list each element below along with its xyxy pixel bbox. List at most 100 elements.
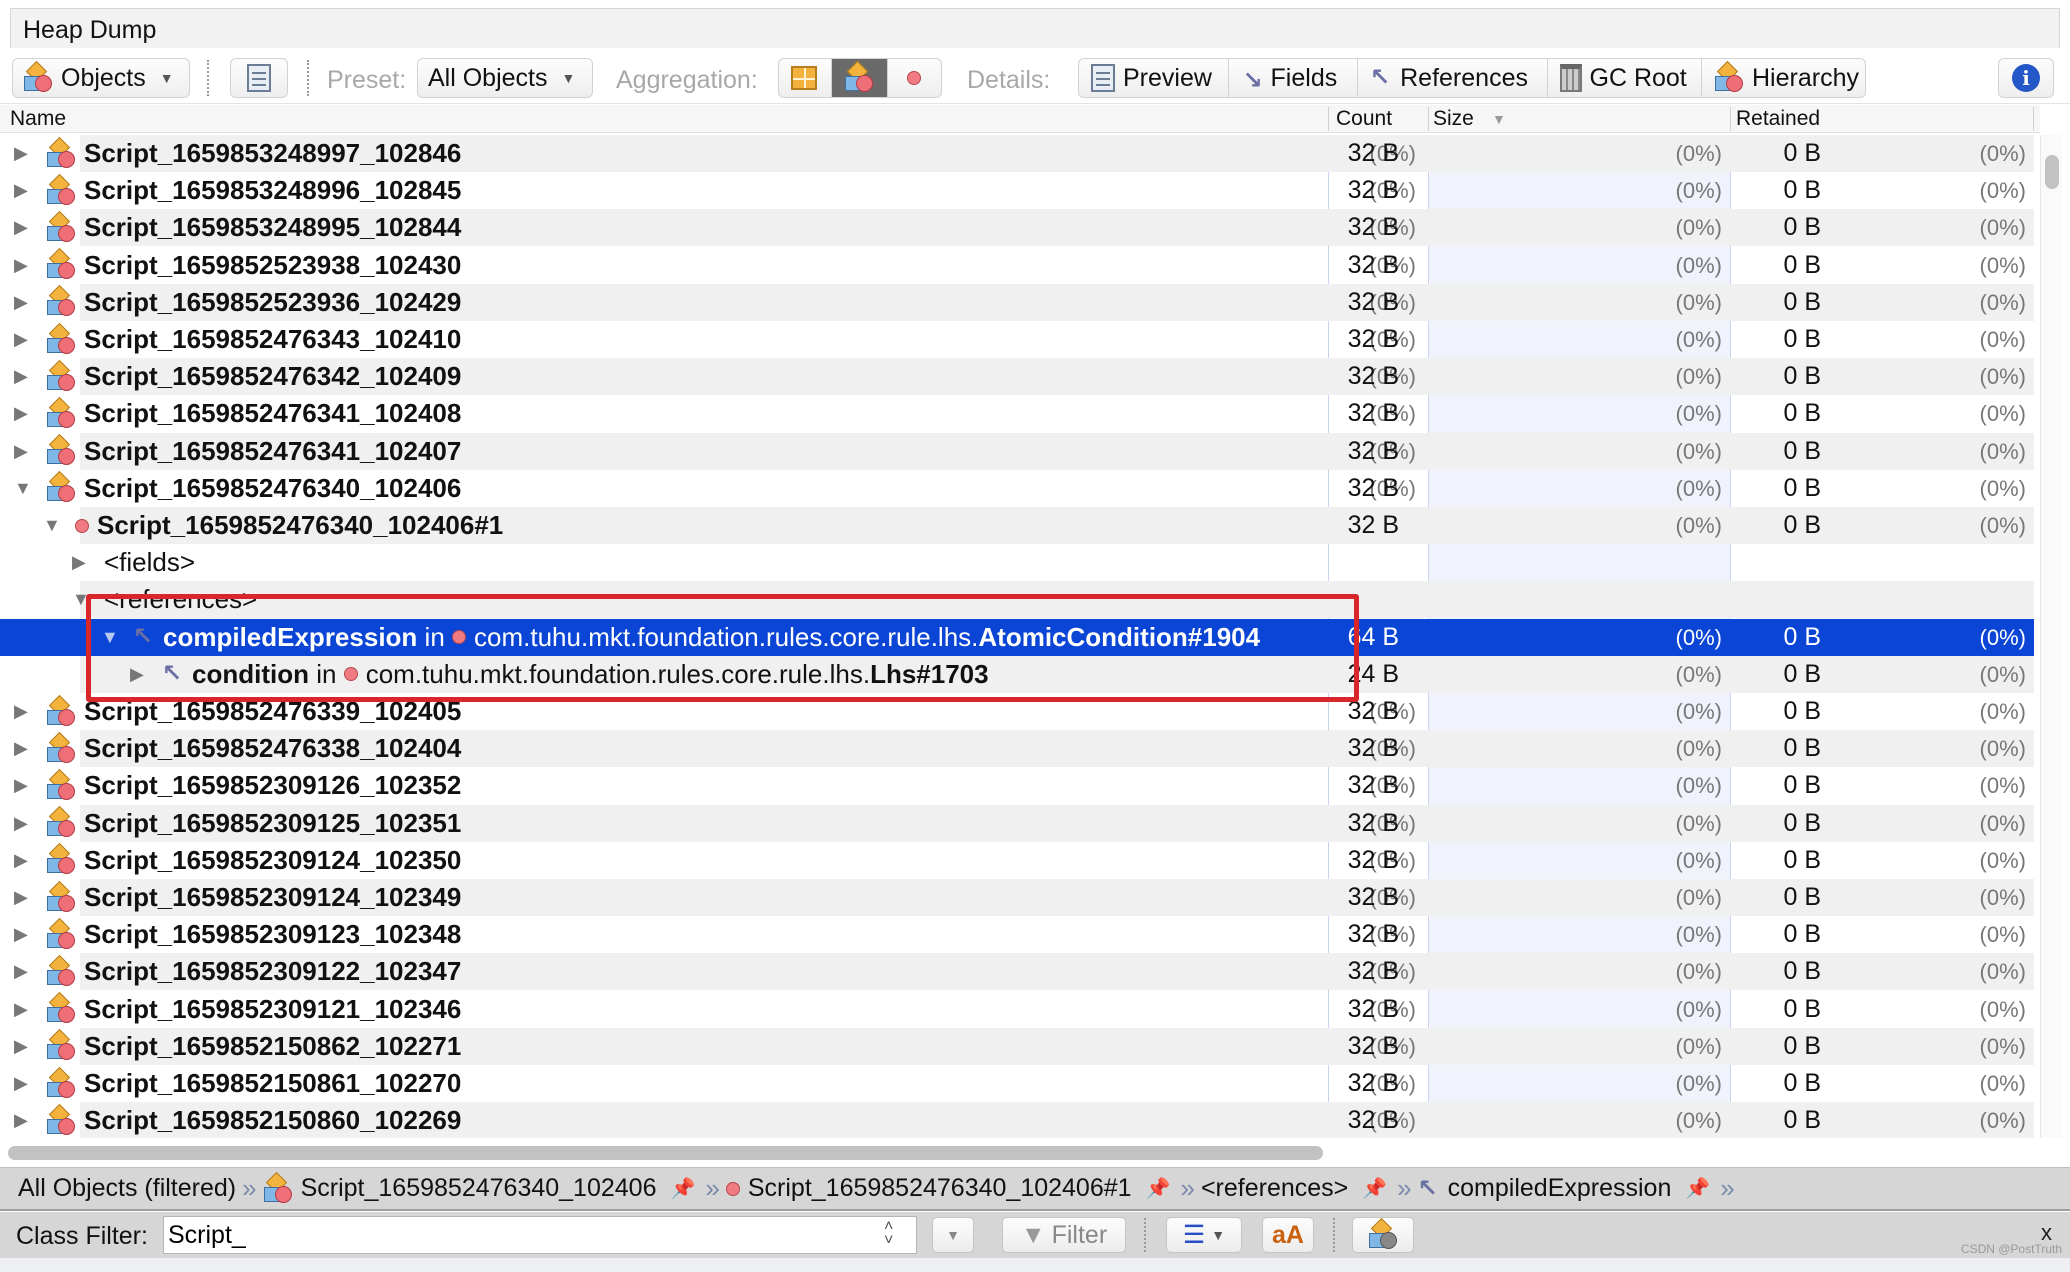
expand-toggle-icon[interactable]: ▶: [14, 1036, 28, 1057]
class-row[interactable]: ▶ Script_1659852309122_102347 (0%) 32 B (0%)…: [0, 953, 2034, 991]
expand-toggle-icon[interactable]: ▶: [14, 813, 28, 834]
class-row[interactable]: ▼ Script_1659852476340_102406 (0%) 32 B (0%)…: [0, 470, 2034, 507]
filter-history-spinner[interactable]: ˄ ˅: [884, 1219, 893, 1249]
pin-icon[interactable]: 📌: [1146, 1176, 1171, 1201]
column-divider[interactable]: [1428, 107, 1429, 131]
filter-type-dropdown[interactable]: ☰ ▼: [1166, 1217, 1242, 1253]
fields-icon: ↖: [1242, 65, 1263, 92]
expand-toggle-icon[interactable]: ▶: [14, 441, 28, 462]
filter-instances-button[interactable]: [1352, 1217, 1414, 1253]
breadcrumb-chevron-icon[interactable]: »: [1397, 1173, 1411, 1204]
expand-toggle-icon[interactable]: ▶: [14, 143, 28, 164]
column-divider[interactable]: [1328, 107, 1329, 131]
group-row[interactable]: ▶ <fields>: [0, 544, 2034, 581]
class-row[interactable]: ▶ Script_1659852476342_102409 (0%) 32 B (0%)…: [0, 358, 2034, 396]
column-divider[interactable]: [1730, 107, 1731, 131]
expand-toggle-icon[interactable]: ▶: [14, 961, 28, 982]
match-case-button[interactable]: aA: [1262, 1217, 1314, 1253]
breadcrumb-chevron-icon[interactable]: »: [1720, 1173, 1734, 1204]
breadcrumb-chevron-icon[interactable]: »: [242, 1173, 256, 1204]
collapse-toggle-icon[interactable]: ▼: [14, 478, 32, 499]
class-row[interactable]: ▶ Script_1659852150862_102271 (0%) 32 B (0%)…: [0, 1027, 2034, 1065]
class-row[interactable]: ▶ Script_1659852476341_102408 (0%) 32 B (0%)…: [0, 395, 2034, 432]
pin-icon[interactable]: 📌: [670, 1176, 695, 1201]
reference-row[interactable]: ▶ ↖ condition in com.tuhu.mkt.foundation.r…: [0, 655, 2034, 693]
filter-options-dropdown[interactable]: ▼: [932, 1217, 974, 1253]
class-filter-input[interactable]: [163, 1216, 917, 1254]
column-header-count[interactable]: Count: [1336, 107, 1392, 131]
fields-button[interactable]: ↖ Fields: [1229, 59, 1359, 97]
class-row[interactable]: ▶ Script_1659852309123_102348 (0%) 32 B (0%)…: [0, 916, 2034, 953]
class-row[interactable]: ▶ Script_1659853248996_102845 (0%) 32 B (0%)…: [0, 172, 2034, 209]
breadcrumb-item[interactable]: <references>: [1201, 1174, 1348, 1203]
horizontal-scrollbar[interactable]: [0, 1140, 2070, 1164]
filter-button[interactable]: ▼ Filter: [1002, 1217, 1126, 1253]
expand-toggle-icon[interactable]: ▶: [14, 217, 28, 238]
class-row[interactable]: ▶ Script_1659853248995_102844 (0%) 32 B (0%)…: [0, 209, 2034, 247]
expand-toggle-icon[interactable]: ▶: [14, 292, 28, 313]
class-row[interactable]: ▶ Script_1659852309125_102351 (0%) 32 B (0%)…: [0, 804, 2034, 842]
expand-toggle-icon[interactable]: ▶: [14, 180, 28, 201]
column-header-name[interactable]: Name: [10, 107, 66, 131]
expand-toggle-icon[interactable]: ▶: [14, 1073, 28, 1094]
aggregation-instances-button[interactable]: [888, 59, 941, 97]
expand-toggle-icon[interactable]: ▶: [130, 664, 144, 685]
class-row[interactable]: ▶ Script_1659852476338_102404 (0%) 32 B (0%)…: [0, 730, 2034, 768]
expand-toggle-icon[interactable]: ▶: [14, 255, 28, 276]
class-row[interactable]: ▶ Script_1659852150860_102269 (0%) 32 B (0%)…: [0, 1102, 2034, 1138]
info-button[interactable]: i: [1998, 58, 2054, 98]
hierarchy-button[interactable]: Hierarchy: [1702, 59, 1865, 97]
horizontal-scrollbar-thumb[interactable]: [8, 1146, 1323, 1160]
collapse-toggle-icon[interactable]: ▼: [101, 627, 119, 648]
expand-toggle-icon[interactable]: ▶: [14, 850, 28, 871]
vertical-scrollbar-thumb[interactable]: [2045, 155, 2059, 189]
class-row[interactable]: ▶ Script_1659852309124_102350 (0%) 32 B (0%)…: [0, 842, 2034, 879]
collapse-toggle-icon[interactable]: ▼: [43, 515, 61, 536]
expand-toggle-icon[interactable]: ▶: [14, 1110, 28, 1131]
expand-toggle-icon[interactable]: ▶: [72, 552, 86, 573]
breadcrumb-item[interactable]: ↖ compiledExpression: [1418, 1174, 1672, 1203]
class-row[interactable]: ▶ Script_1659853248997_102846 (0%) 32 B (0%)…: [0, 135, 2034, 172]
pin-icon[interactable]: 📌: [1685, 1176, 1710, 1201]
breadcrumb-item[interactable]: All Objects (filtered): [18, 1174, 236, 1203]
group-row[interactable]: ▼ <references>: [0, 581, 2034, 619]
class-row[interactable]: ▶ Script_1659852309126_102352 (0%) 32 B (0%)…: [0, 767, 2034, 804]
class-row[interactable]: ▶ Script_1659852309124_102349 (0%) 32 B (0%)…: [0, 879, 2034, 916]
expand-toggle-icon[interactable]: ▶: [14, 775, 28, 796]
expand-toggle-icon[interactable]: ▶: [14, 887, 28, 908]
aggregation-classes-button[interactable]: [832, 59, 888, 97]
view-selector-dropdown[interactable]: Objects ▼: [12, 58, 190, 98]
class-row[interactable]: ▶ Script_1659852150861_102270 (0%) 32 B (0%)…: [0, 1065, 2034, 1102]
preview-button[interactable]: Preview: [1079, 59, 1229, 97]
reference-row[interactable]: ▼ ↖ compiledExpression in com.tuhu.mkt.fou…: [0, 618, 2034, 656]
column-header-size[interactable]: Size: [1433, 107, 1474, 131]
expand-toggle-icon[interactable]: ▶: [14, 329, 28, 350]
collapse-toggle-icon[interactable]: ▼: [72, 589, 90, 610]
expand-toggle-icon[interactable]: ▶: [14, 999, 28, 1020]
references-button[interactable]: ↖ References: [1358, 59, 1548, 97]
instance-row[interactable]: ▼ Script_1659852476340_102406#1 32 B (0%) 0 …: [0, 507, 2034, 544]
snapshot-button[interactable]: [230, 58, 288, 98]
breadcrumb-item[interactable]: Script_1659852476340_102406#1: [725, 1174, 1132, 1203]
breadcrumb-chevron-icon[interactable]: »: [1180, 1173, 1194, 1204]
class-row[interactable]: ▶ Script_1659852309121_102346 (0%) 32 B (0%)…: [0, 991, 2034, 1028]
class-row[interactable]: ▶ Script_1659852523938_102430 (0%) 32 B (0%)…: [0, 247, 2034, 284]
breadcrumb-item[interactable]: Script_1659852476340_102406: [263, 1171, 656, 1204]
expand-toggle-icon[interactable]: ▶: [14, 701, 28, 722]
gc-root-button[interactable]: GC Root: [1548, 59, 1702, 97]
expand-toggle-icon[interactable]: ▶: [14, 924, 28, 945]
expand-toggle-icon[interactable]: ▶: [14, 738, 28, 759]
aggregation-packages-button[interactable]: [779, 59, 833, 97]
class-row[interactable]: ▶ Script_1659852523936_102429 (0%) 32 B (0%)…: [0, 283, 2034, 321]
class-row[interactable]: ▶ Script_1659852476341_102407 (0%) 32 B (0%)…: [0, 432, 2034, 470]
class-row[interactable]: ▶ Script_1659852476339_102405 (0%) 32 B (0%)…: [0, 693, 2034, 730]
breadcrumb-chevron-icon[interactable]: »: [705, 1173, 719, 1204]
pin-icon[interactable]: 📌: [1362, 1176, 1387, 1201]
column-header-retained[interactable]: Retained: [1736, 107, 1820, 131]
vertical-scrollbar[interactable]: [2040, 135, 2062, 1138]
heap-dump-tab[interactable]: Heap Dump: [10, 8, 2060, 48]
preset-dropdown[interactable]: All Objects ▼: [417, 58, 593, 98]
expand-toggle-icon[interactable]: ▶: [14, 403, 28, 424]
class-row[interactable]: ▶ Script_1659852476343_102410 (0%) 32 B (0%)…: [0, 321, 2034, 358]
expand-toggle-icon[interactable]: ▶: [14, 366, 28, 387]
